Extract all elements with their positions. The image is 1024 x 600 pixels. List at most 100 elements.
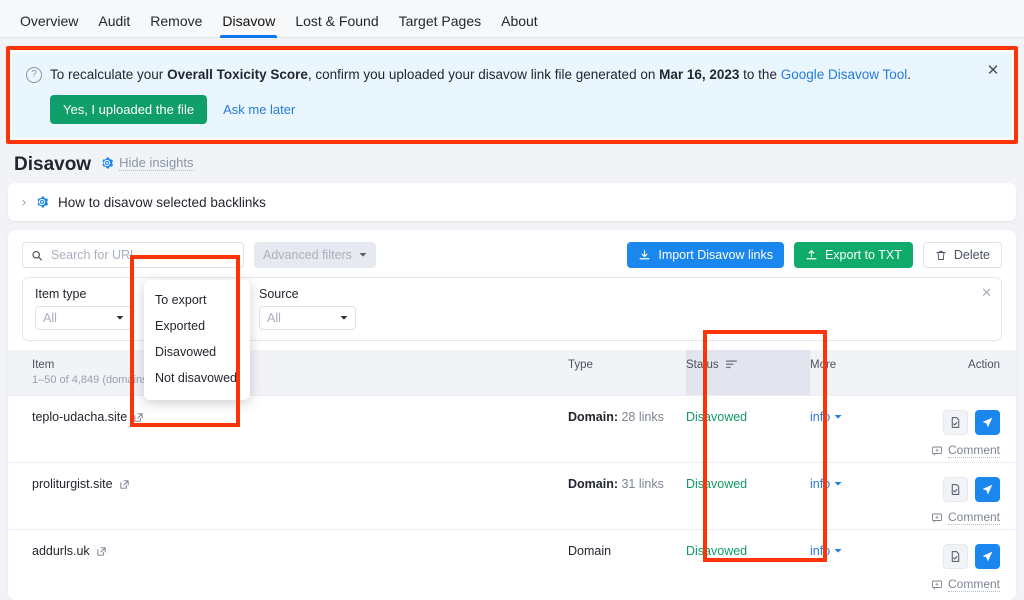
cell-type: Domain: 28 links: [568, 396, 686, 463]
column-header-type[interactable]: Type: [568, 350, 686, 396]
dropdown-option-exported[interactable]: Exported: [144, 313, 250, 339]
info-toggle[interactable]: info ⏷: [810, 544, 842, 558]
comment-icon: [931, 579, 943, 591]
domain-label[interactable]: proliturgist.site: [32, 477, 113, 491]
upload-icon: [805, 249, 818, 262]
chevron-down-icon: ⏷: [834, 412, 842, 423]
nav-tab-disavow[interactable]: Disavow: [212, 14, 285, 37]
column-header-more[interactable]: More: [810, 350, 930, 396]
export-to-txt-button[interactable]: Export to TXT: [794, 242, 913, 268]
advanced-filters-label: Advanced filters: [263, 248, 352, 262]
column-header-status[interactable]: Status: [686, 350, 810, 396]
filter-item-type: Item type All ⏷: [35, 287, 147, 330]
external-link-icon[interactable]: [133, 412, 144, 423]
item-type-select[interactable]: All ⏷: [35, 306, 132, 330]
nav-tab-target-pages[interactable]: Target Pages: [389, 14, 492, 37]
insights-card[interactable]: › How to disavow selected backlinks: [8, 183, 1016, 221]
cell-item: teplo-udacha.site: [8, 396, 568, 463]
cell-item: proliturgist.site: [8, 463, 568, 530]
cell-action: Comment: [930, 530, 1016, 597]
google-disavow-tool-link[interactable]: Google Disavow Tool: [781, 67, 908, 82]
nav-tab-audit[interactable]: Audit: [88, 14, 140, 37]
gear-icon: [35, 195, 49, 209]
column-header-more-label: More: [810, 359, 836, 371]
import-disavow-links-button[interactable]: Import Disavow links: [627, 242, 784, 268]
send-icon[interactable]: [975, 544, 1000, 569]
send-icon[interactable]: [975, 410, 1000, 435]
cell-more: info ⏷: [810, 463, 930, 530]
chevron-down-icon: ⏷: [359, 250, 367, 261]
gear-icon: [100, 156, 114, 170]
close-icon[interactable]: ✕: [981, 285, 992, 301]
download-icon: [638, 249, 651, 262]
hide-insights-label[interactable]: Hide insights: [119, 155, 193, 171]
dropdown-option-not-disavowed[interactable]: Not disavowed: [144, 365, 250, 391]
chevron-right-icon[interactable]: ›: [22, 195, 26, 209]
search-box[interactable]: [22, 242, 244, 268]
chevron-down-icon: ⏷: [116, 313, 124, 324]
cell-more: info ⏷: [810, 396, 930, 463]
comment-button[interactable]: Comment: [930, 510, 1000, 525]
table-row[interactable]: proliturgist.site Domain: 31 links Disav…: [8, 463, 1016, 530]
domain-label[interactable]: teplo-udacha.site: [32, 410, 127, 424]
ask-me-later-link[interactable]: Ask me later: [223, 102, 295, 117]
trash-icon: [935, 249, 947, 262]
dropdown-option-disavowed[interactable]: Disavowed: [144, 339, 250, 365]
export-status-dropdown-menu[interactable]: To export Exported Disavowed Not disavow…: [144, 280, 250, 400]
column-header-item[interactable]: Item 1–50 of 4,849 (domains …: [8, 350, 568, 396]
cell-action: Comment: [930, 396, 1016, 463]
source-select[interactable]: All ⏷: [259, 306, 356, 330]
send-icon[interactable]: [975, 477, 1000, 502]
filter-source-label: Source: [259, 287, 371, 301]
source-value: All: [267, 311, 281, 325]
sort-icon: [726, 360, 737, 369]
document-check-icon[interactable]: [943, 410, 968, 435]
comment-button[interactable]: Comment: [930, 443, 1000, 458]
info-toggle[interactable]: info ⏷: [810, 477, 842, 491]
cell-item: addurls.uk: [8, 530, 568, 597]
nav-tab-about[interactable]: About: [491, 14, 548, 37]
page-title: Disavow: [14, 154, 91, 176]
document-check-icon[interactable]: [943, 544, 968, 569]
external-link-icon[interactable]: [119, 479, 130, 490]
cell-status: Disavowed: [686, 463, 810, 530]
nav-tab-overview[interactable]: Overview: [10, 14, 88, 37]
external-link-icon[interactable]: [96, 546, 107, 557]
banner-text-part1: To recalculate your: [50, 67, 167, 82]
search-input[interactable]: [49, 247, 235, 263]
cell-more: info ⏷: [810, 530, 930, 597]
table-row[interactable]: teplo-udacha.site Domain: 28 links Disav…: [8, 396, 1016, 463]
cell-action: Comment: [930, 463, 1016, 530]
comment-label: Comment: [948, 577, 1000, 592]
document-check-icon[interactable]: [943, 477, 968, 502]
confirm-upload-button[interactable]: Yes, I uploaded the file: [50, 95, 207, 124]
disavow-table-card: Advanced filters ⏷ Import Disavow links …: [8, 230, 1016, 600]
domain-label[interactable]: addurls.uk: [32, 544, 90, 558]
insight-label[interactable]: How to disavow selected backlinks: [58, 195, 266, 210]
search-icon: [31, 249, 43, 262]
advanced-filters-button[interactable]: Advanced filters ⏷: [254, 242, 376, 268]
banner-text-part3: to the: [739, 67, 780, 82]
chevron-down-icon: ⏷: [834, 546, 842, 557]
dropdown-option-to-export[interactable]: To export: [144, 287, 250, 313]
column-header-item-label: Item: [32, 359, 54, 371]
close-icon[interactable]: ✕: [984, 62, 1002, 80]
primary-nav: Overview Audit Remove Disavow Lost & Fou…: [0, 0, 1024, 38]
hide-insights-control[interactable]: Hide insights: [100, 155, 193, 171]
comment-icon: [931, 512, 943, 524]
delete-button[interactable]: Delete: [923, 242, 1002, 268]
nav-tab-remove[interactable]: Remove: [140, 14, 212, 37]
table-toolbar: Advanced filters ⏷ Import Disavow links …: [8, 230, 1016, 268]
comment-label: Comment: [948, 510, 1000, 525]
nav-tab-lost-and-found[interactable]: Lost & Found: [285, 14, 388, 37]
info-toggle[interactable]: info ⏷: [810, 410, 842, 424]
import-disavow-links-label: Import Disavow links: [658, 248, 773, 262]
table-row[interactable]: addurls.uk Domain Disavowed info: [8, 530, 1016, 597]
comment-button[interactable]: Comment: [930, 577, 1000, 592]
chevron-down-icon: ⏷: [834, 479, 842, 490]
type-label: Domain:: [568, 477, 618, 491]
export-to-txt-label: Export to TXT: [825, 248, 902, 262]
type-label: Domain:: [568, 410, 618, 424]
status-badge: Disavowed: [686, 544, 747, 558]
column-header-action[interactable]: Action: [930, 350, 1016, 396]
